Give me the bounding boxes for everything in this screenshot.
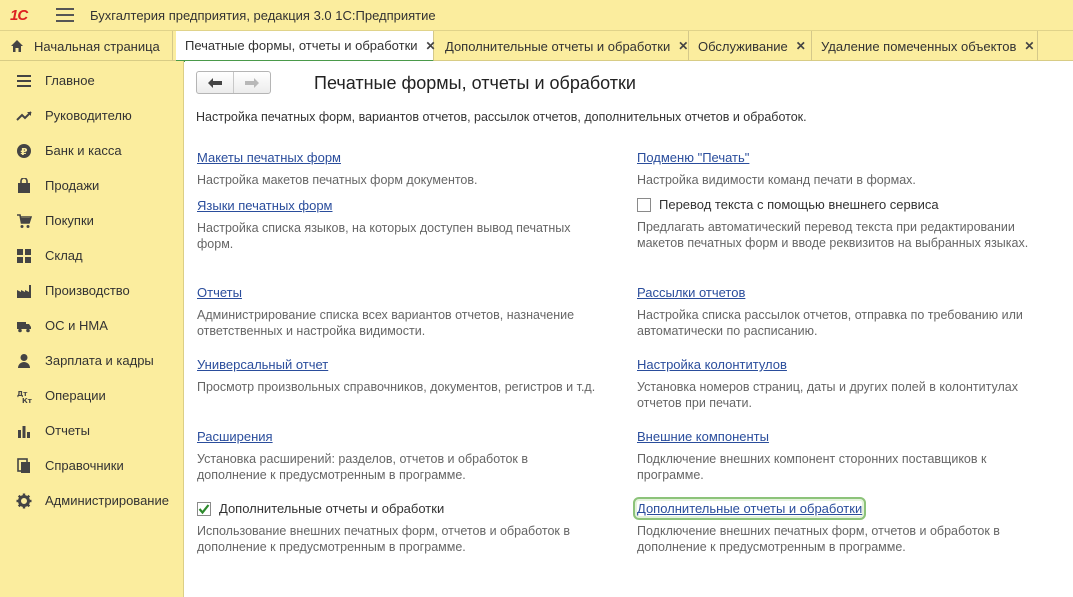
tab-delete-marked[interactable]: Удаление помеченных объектов ✕: [812, 31, 1038, 61]
sidebar: Главное Руководителю ₽ Банк и касса Прод…: [0, 61, 184, 597]
tab-label: Обслуживание: [698, 38, 788, 54]
link-report-mailings[interactable]: Рассылки отчетов: [637, 285, 745, 300]
hint-additional-reports-usage: Использование внешних печатных форм, отч…: [197, 524, 571, 554]
link-print-languages[interactable]: Языки печатных форм: [197, 198, 333, 213]
sidebar-item-reports[interactable]: Отчеты: [0, 413, 184, 448]
link-print-templates[interactable]: Макеты печатных форм: [197, 150, 341, 165]
sidebar-item-catalogs[interactable]: Справочники: [0, 448, 184, 483]
sidebar-item-label: Справочники: [45, 458, 124, 473]
sidebar-item-label: Покупки: [45, 213, 94, 228]
sidebar-item-label: Администрирование: [45, 493, 169, 508]
sidebar-item-label: Зарплата и кадры: [45, 353, 154, 368]
hint-universal-report: Просмотр произвольных справочников, доку…: [197, 380, 596, 394]
tab-label: Начальная страница: [34, 38, 160, 54]
sidebar-item-label: Руководителю: [45, 108, 132, 123]
hint-reports: Администрирование списка всех вариантов …: [197, 308, 575, 338]
hint-translation-service: Предлагать автоматический перевод текста…: [637, 220, 1029, 250]
arrow-right-icon: [245, 77, 259, 88]
app-logo[interactable]: 1С: [10, 5, 42, 25]
svg-text:₽: ₽: [21, 147, 28, 158]
sidebar-item-label: ОС и НМА: [45, 318, 108, 333]
tab-maintenance[interactable]: Обслуживание ✕: [689, 31, 812, 61]
link-headers-footers[interactable]: Настройка колонтитулов: [637, 357, 787, 372]
hint-extensions: Установка расширений: разделов, отчетов …: [197, 452, 528, 482]
dt-kt-icon: ДтКт: [17, 390, 32, 404]
tab-label: Печатные формы, отчеты и обработки: [185, 38, 418, 53]
sidebar-item-production[interactable]: Производство: [0, 273, 184, 308]
checkmark-icon: [198, 503, 210, 514]
tab-label: Удаление помеченных объектов: [821, 38, 1017, 54]
gear-icon: [16, 493, 32, 508]
trend-icon: [16, 110, 32, 121]
ruble-icon: ₽: [17, 143, 31, 158]
books-icon: [17, 457, 30, 473]
sidebar-item-sales[interactable]: Продажи: [0, 168, 184, 203]
main-menu-icon[interactable]: [56, 8, 74, 22]
main-content: Печатные формы, отчеты и обработки Настр…: [185, 61, 1073, 597]
sidebar-item-label: Операции: [45, 388, 106, 403]
tab-home[interactable]: Начальная страница: [0, 31, 173, 61]
title-bar: 1С Бухгалтерия предприятия, редакция 3.0…: [0, 0, 1073, 31]
hint-report-mailings: Настройка списка рассылок отчетов, отпра…: [637, 308, 1023, 338]
sidebar-item-manager[interactable]: Руководителю: [0, 98, 184, 133]
tab-print-forms[interactable]: Печатные формы, отчеты и обработки ✕: [176, 31, 436, 62]
checkbox-additional-reports[interactable]: Дополнительные отчеты и обработки: [197, 501, 444, 516]
checkbox-box[interactable]: [637, 197, 651, 212]
sidebar-item-label: Склад: [45, 248, 83, 263]
sidebar-item-label: Главное: [45, 73, 95, 88]
link-extensions[interactable]: Расширения: [197, 429, 273, 444]
nav-buttons: [196, 71, 271, 94]
close-icon[interactable]: ✕: [796, 39, 806, 53]
sidebar-item-operations[interactable]: Дт Кт Операции: [0, 378, 184, 413]
bar-chart-icon: [18, 425, 30, 438]
page-title: Печатные формы, отчеты и обработки: [314, 73, 636, 93]
home-icon: [11, 40, 23, 52]
tab-label: Дополнительные отчеты и обработки: [445, 38, 671, 54]
hint-print-templates: Настройка макетов печатных форм документ…: [197, 173, 478, 187]
arrow-left-icon: [208, 77, 222, 88]
menu-lines-icon: [17, 74, 31, 87]
truck-icon: [17, 321, 31, 332]
close-icon[interactable]: ✕: [426, 39, 436, 53]
sidebar-item-main[interactable]: Главное: [0, 63, 184, 98]
hint-print-submenu: Настройка видимости команд печати в форм…: [637, 173, 916, 187]
hint-headers-footers: Установка номеров страниц, даты и других…: [637, 380, 1018, 410]
sidebar-item-fixed-assets[interactable]: ОС и НМА: [0, 308, 184, 343]
forward-button[interactable]: [233, 72, 270, 93]
page-description: Настройка печатных форм, вариантов отчет…: [196, 110, 807, 124]
warehouse-icon: [17, 248, 31, 263]
app-title: Бухгалтерия предприятия, редакция 3.0 1С…: [90, 7, 436, 23]
back-button[interactable]: [197, 72, 233, 93]
sidebar-item-purchases[interactable]: Покупки: [0, 203, 184, 238]
link-reports[interactable]: Отчеты: [197, 285, 242, 300]
cart-icon: [17, 213, 32, 228]
sidebar-item-label: Банк и касса: [45, 143, 122, 158]
checkbox-translation-service[interactable]: Перевод текста с помощью внешнего сервис…: [637, 197, 939, 212]
sidebar-item-label: Отчеты: [45, 423, 90, 438]
close-icon[interactable]: ✕: [678, 39, 688, 53]
close-icon[interactable]: ✕: [1024, 39, 1034, 53]
link-additional-reports[interactable]: Дополнительные отчеты и обработки: [632, 497, 867, 520]
person-icon: [18, 353, 30, 368]
hint-print-languages: Настройка списка языков, на которых дост…: [197, 221, 571, 251]
link-print-submenu[interactable]: Подменю "Печать": [637, 150, 749, 165]
tab-bar: Начальная страница Печатные формы, отчет…: [0, 31, 1073, 62]
sidebar-item-warehouse[interactable]: Склад: [0, 238, 184, 273]
checkbox-label: Перевод текста с помощью внешнего сервис…: [659, 197, 939, 212]
sidebar-item-salary[interactable]: Зарплата и кадры: [0, 343, 184, 378]
checkbox-box[interactable]: [197, 501, 211, 516]
sidebar-item-label: Продажи: [45, 178, 100, 193]
sidebar-item-bank[interactable]: ₽ Банк и касса: [0, 133, 184, 168]
hint-additional-reports: Подключение внешних печатных форм, отчет…: [637, 524, 1000, 554]
tab-additional-reports[interactable]: Дополнительные отчеты и обработки ✕: [436, 31, 689, 61]
bag-icon: [18, 177, 30, 193]
checkbox-label: Дополнительные отчеты и обработки: [219, 501, 445, 516]
sidebar-item-administration[interactable]: Администрирование: [0, 483, 184, 518]
svg-text:Кт: Кт: [22, 397, 32, 404]
hint-external-components: Подключение внешних компонент сторонних …: [637, 452, 987, 482]
sidebar-item-label: Производство: [45, 283, 130, 298]
link-universal-report[interactable]: Универсальный отчет: [197, 357, 328, 372]
link-external-components[interactable]: Внешние компоненты: [637, 429, 769, 444]
factory-icon: [17, 284, 31, 298]
